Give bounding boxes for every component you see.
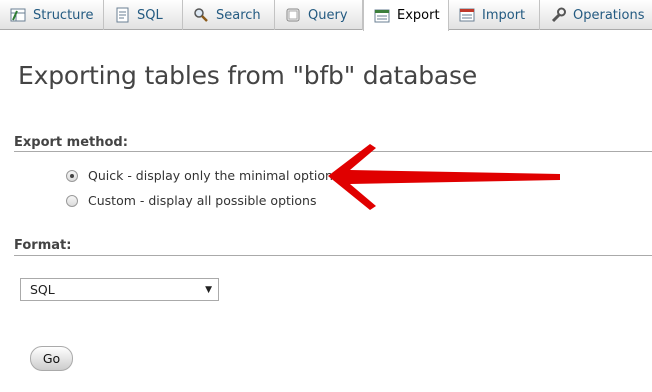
annotation-arrow — [328, 144, 560, 210]
tab-label: Query — [308, 7, 348, 23]
section-divider — [14, 255, 652, 256]
radio-option-custom[interactable]: Custom - display all possible options — [66, 193, 316, 208]
query-icon — [285, 7, 301, 23]
format-select-value: SQL — [30, 282, 55, 297]
chevron-down-icon: ▼ — [205, 285, 212, 295]
page-title: Exporting tables from "bfb" database — [18, 61, 478, 90]
go-button[interactable]: Go — [30, 346, 73, 371]
radio-option-quick[interactable]: Quick - display only the minimal options — [66, 168, 339, 183]
format-heading: Format: — [14, 238, 72, 253]
tab-bar: Structure SQL Search Query Export Import — [0, 0, 652, 31]
tab-sql[interactable]: SQL — [104, 0, 183, 30]
operations-icon — [550, 7, 566, 23]
custom-radio[interactable] — [66, 194, 78, 207]
radio-label-custom: Custom - display all possible options — [88, 193, 317, 208]
tab-search[interactable]: Search — [183, 0, 275, 30]
import-icon — [459, 7, 475, 23]
tab-operations[interactable]: Operations — [540, 0, 652, 30]
sql-icon — [114, 7, 130, 23]
tab-label: Structure — [33, 7, 94, 23]
tab-query[interactable]: Query — [275, 0, 363, 30]
tab-structure[interactable]: Structure — [0, 0, 104, 30]
quick-radio[interactable] — [66, 169, 78, 182]
structure-icon — [10, 7, 26, 23]
tab-import[interactable]: Import — [449, 0, 540, 30]
tab-label: Operations — [573, 7, 645, 23]
export-icon — [374, 8, 390, 24]
radio-label-quick: Quick - display only the minimal options — [88, 168, 340, 183]
tab-label: Import — [482, 7, 526, 23]
tab-label: Search — [216, 7, 261, 23]
tab-label: SQL — [137, 7, 163, 23]
search-icon — [193, 7, 209, 23]
export-method-heading: Export method: — [14, 135, 128, 150]
tab-label: Export — [397, 8, 440, 23]
tab-export[interactable]: Export — [363, 0, 449, 31]
format-select[interactable]: SQL ▼ — [20, 278, 219, 301]
